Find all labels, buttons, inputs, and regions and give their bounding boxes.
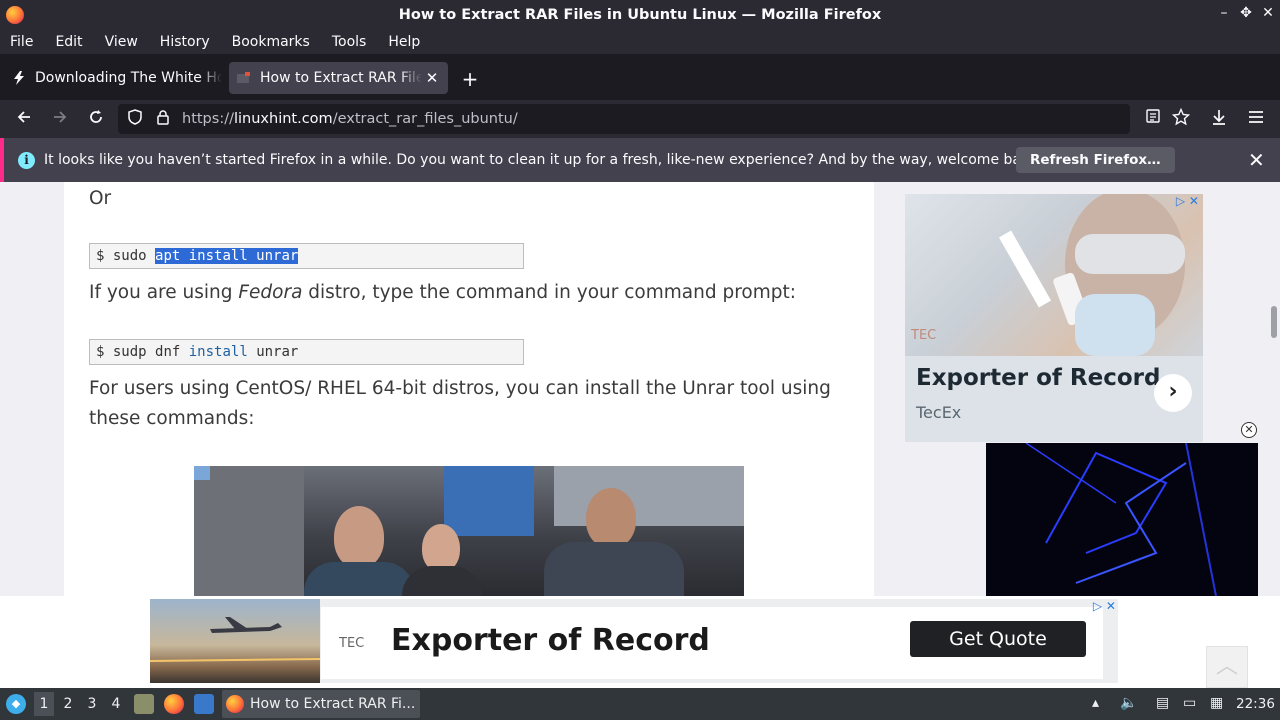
article-body: Or $ sudo apt install unrar If you are u… (64, 182, 874, 596)
reader-view-icon[interactable] (1141, 108, 1165, 130)
lab-scientist-ad-image (905, 194, 1203, 356)
tab-extract-rar[interactable]: How to Extract RAR Files in Ubuntu Linux… (229, 62, 448, 94)
url-protocol: https:// (182, 111, 234, 127)
url-domain: linuxhint.com (233, 111, 333, 127)
code-arg: unrar (256, 344, 299, 360)
lightning-icon (10, 69, 28, 87)
close-window-button[interactable]: ✕ (1258, 5, 1278, 21)
menu-bar: File Edit View History Bookmarks Tools H… (0, 30, 1280, 54)
app-menu-icon[interactable] (1244, 108, 1268, 130)
terminal-icon[interactable] (194, 694, 214, 714)
code-block-dnf[interactable]: $ sudp dnf install unrar (89, 339, 524, 365)
forward-button[interactable] (48, 108, 72, 130)
tray-arrow-icon[interactable]: ▴ (1092, 695, 1099, 711)
menu-help[interactable]: Help (388, 34, 420, 50)
street-crowd-ad-image[interactable] (194, 466, 744, 596)
navigation-bar: https://linuxhint.com/extract_rar_files_… (0, 100, 1280, 138)
minimize-button[interactable]: – (1214, 5, 1234, 21)
banner-ad[interactable]: TEC Exporter of Record Get Quote ▷ ✕ (149, 599, 1118, 683)
ad-subtitle: TecEx (916, 403, 962, 422)
workspace-2[interactable]: 2 (58, 696, 78, 712)
url-path: /extract_rar_files_ubuntu/ (332, 111, 518, 127)
tab-strip: Downloading The White House How to Extra… (0, 54, 1280, 100)
new-tab-button[interactable]: + (458, 67, 482, 91)
fedora-emphasis: Fedora (238, 282, 303, 303)
clipboard-icon[interactable]: ▤ (1156, 695, 1169, 711)
volume-icon[interactable]: 🔈 (1120, 695, 1137, 711)
workspace-1[interactable]: 1 (34, 692, 54, 716)
code-prompt: $ (96, 344, 105, 360)
menu-edit[interactable]: Edit (55, 34, 82, 50)
window-titlebar: How to Extract RAR Files in Ubuntu Linux… (0, 0, 1280, 30)
banner-ad-body: TEC Exporter of Record Get Quote (321, 607, 1103, 679)
back-button[interactable] (12, 108, 36, 130)
maximize-button[interactable]: ✥ (1236, 5, 1256, 21)
menu-tools[interactable]: Tools (332, 34, 367, 50)
code-keyword: install (188, 344, 248, 360)
banner-title: Exporter of Record (391, 623, 710, 658)
workspace-3[interactable]: 3 (82, 696, 102, 712)
page-viewport: Or $ sudo apt install unrar If you are u… (0, 182, 1280, 596)
clock: 22:36 (1236, 696, 1275, 712)
firefox-launcher-icon[interactable] (164, 694, 184, 714)
airplane-ad-image (149, 599, 321, 683)
tab-label: Downloading The White House (35, 70, 222, 86)
firefox-icon (226, 695, 244, 713)
fedora-post: distro, type the command in your command… (302, 282, 796, 303)
code-prompt: $ (96, 248, 105, 264)
window-title: How to Extract RAR Files in Ubuntu Linux… (398, 7, 882, 23)
scroll-to-top-button[interactable]: ︿ (1206, 646, 1248, 688)
bookmark-star-icon[interactable] (1169, 107, 1193, 130)
task-label: How to Extract RAR Fi... (250, 696, 416, 712)
tec-logo: TEC (339, 636, 365, 651)
menu-bookmarks[interactable]: Bookmarks (232, 34, 310, 50)
system-taskbar: ◆ 1 2 3 4 How to Extract RAR Fi... ▴ 🔈 ▤… (0, 688, 1280, 720)
code-command: sudo (112, 248, 147, 264)
file-manager-icon[interactable] (134, 694, 154, 714)
refresh-firefox-button[interactable]: Refresh Firefox… (1016, 147, 1175, 173)
page-scrollbar-thumb[interactable] (1271, 306, 1277, 338)
menu-view[interactable]: View (105, 34, 138, 50)
ad-choices-icon[interactable]: ▷ ✕ (1176, 194, 1199, 208)
tab-downloading-white-house[interactable]: Downloading The White House (4, 62, 222, 94)
fedora-paragraph: If you are using Fedora distro, type the… (89, 278, 796, 308)
start-menu-icon[interactable]: ◆ (6, 694, 26, 714)
notification-message: It looks like you haven’t started Firefo… (44, 152, 1043, 168)
ad-title: Exporter of Record (916, 365, 1161, 391)
linuxhint-favicon-icon (235, 69, 253, 87)
notification-bar: i It looks like you haven’t started Fire… (0, 138, 1280, 182)
menu-history[interactable]: History (160, 34, 210, 50)
close-notification-icon[interactable]: ✕ (1248, 148, 1265, 172)
taskbar-firefox-window[interactable]: How to Extract RAR Fi... (222, 690, 420, 718)
tracking-shield-icon[interactable] (124, 109, 146, 129)
close-tab-icon[interactable]: ✕ (422, 69, 442, 87)
menu-file[interactable]: File (10, 34, 33, 50)
url-text[interactable]: https://linuxhint.com/extract_rar_files_… (182, 111, 518, 127)
centos-paragraph-line1: For users using CentOS/ RHEL 64-bit dist… (89, 378, 831, 399)
ad-arrow-button[interactable]: › (1154, 374, 1192, 412)
reload-button[interactable] (84, 108, 108, 130)
code-command: sudp dnf (112, 344, 181, 360)
info-icon: i (18, 151, 35, 169)
get-quote-button[interactable]: Get Quote (910, 621, 1086, 657)
ad-choices-icon[interactable]: ▷ ✕ (1093, 599, 1116, 613)
sidebar-ad[interactable]: TEC ▷ ✕ Exporter of Record TecEx › (905, 194, 1203, 442)
firefox-logo-icon (6, 6, 24, 24)
or-text: Or (89, 188, 112, 209)
tec-logo: TEC (911, 328, 937, 343)
code-block-apt[interactable]: $ sudo apt install unrar (89, 243, 524, 269)
fedora-pre: If you are using (89, 282, 239, 303)
tab-label: How to Extract RAR Files in Ubuntu Linux (260, 70, 422, 86)
network-icon[interactable]: ▦ (1210, 695, 1223, 711)
bottom-banner: TEC Exporter of Record Get Quote ▷ ✕ ︿ (0, 596, 1280, 688)
selected-code-text: apt install unrar (155, 248, 299, 264)
video-ad-player[interactable] (986, 443, 1258, 596)
workspace-4[interactable]: 4 (106, 696, 126, 712)
centos-paragraph-line2: these commands: (89, 408, 255, 429)
url-bar[interactable]: https://linuxhint.com/extract_rar_files_… (118, 104, 1130, 134)
close-video-ad-icon[interactable]: ✕ (1241, 422, 1257, 438)
downloads-icon[interactable] (1207, 108, 1231, 130)
display-icon[interactable]: ▭ (1183, 695, 1196, 711)
lock-icon[interactable] (152, 109, 174, 129)
